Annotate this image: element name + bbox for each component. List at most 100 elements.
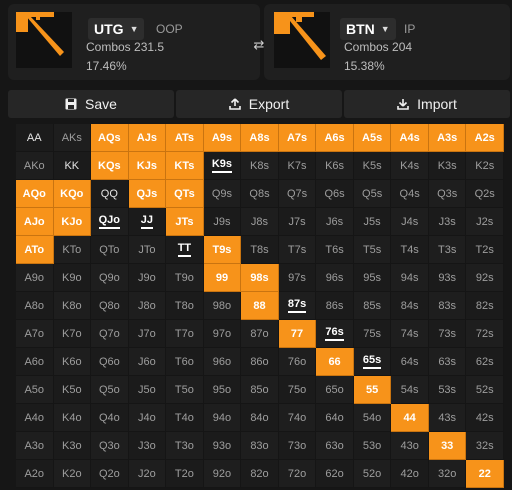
hand-cell-t5o[interactable]: T5o	[166, 376, 204, 404]
hand-cell-a9s[interactable]: A9s	[203, 124, 242, 152]
hand-cell-j6o[interactable]: J6o	[128, 348, 167, 376]
hand-cell-75s[interactable]: 75s	[353, 320, 392, 348]
hand-cell-83s[interactable]: 83s	[428, 292, 467, 320]
hand-cell-qq[interactable]: QQ	[91, 180, 129, 208]
hand-cell-97o[interactable]: 97o	[203, 320, 242, 348]
hand-cell-q5s[interactable]: Q5s	[353, 180, 392, 208]
hand-cell-a9o[interactable]: A9o	[16, 264, 54, 292]
hand-cell-kqo[interactable]: KQo	[53, 180, 92, 208]
hand-cell-63o[interactable]: 63o	[316, 432, 354, 460]
hand-cell-q3s[interactable]: Q3s	[428, 180, 467, 208]
hand-cell-93s[interactable]: 93s	[428, 264, 467, 292]
hand-cell-98s[interactable]: 98s	[241, 264, 279, 292]
hand-cell-q2o[interactable]: Q2o	[91, 460, 129, 488]
hand-cell-aqo[interactable]: AQo	[16, 180, 54, 208]
hand-cell-a5s[interactable]: A5s	[353, 124, 392, 152]
hand-cell-75o[interactable]: 75o	[278, 376, 317, 404]
hand-cell-j4o[interactable]: J4o	[128, 404, 167, 432]
hand-cell-jj[interactable]: JJ	[128, 208, 167, 236]
hand-cell-42o[interactable]: 42o	[391, 460, 429, 488]
hand-cell-q9s[interactable]: Q9s	[203, 180, 242, 208]
hand-cell-a5o[interactable]: A5o	[16, 376, 54, 404]
hand-cell-86s[interactable]: 86s	[316, 292, 354, 320]
hand-cell-k6o[interactable]: K6o	[53, 348, 92, 376]
hand-cell-t6o[interactable]: T6o	[166, 348, 204, 376]
hand-cell-a3o[interactable]: A3o	[16, 432, 54, 460]
hand-cell-76o[interactable]: 76o	[278, 348, 317, 376]
hand-cell-k9s[interactable]: K9s	[203, 152, 242, 180]
hand-cell-33[interactable]: 33	[428, 432, 467, 460]
hand-cell-74o[interactable]: 74o	[278, 404, 317, 432]
hand-cell-j2s[interactable]: J2s	[466, 208, 504, 236]
hand-cell-t8o[interactable]: T8o	[166, 292, 204, 320]
hand-cell-j9o[interactable]: J9o	[128, 264, 167, 292]
export-button[interactable]: Export	[176, 90, 342, 118]
hand-cell-54s[interactable]: 54s	[391, 376, 429, 404]
utg-position-select[interactable]: UTG ▼	[88, 18, 145, 40]
hand-cell-a2s[interactable]: A2s	[466, 124, 504, 152]
hand-cell-j3o[interactable]: J3o	[128, 432, 167, 460]
hand-cell-j3s[interactable]: J3s	[428, 208, 467, 236]
hand-cell-q6o[interactable]: Q6o	[91, 348, 129, 376]
hand-cell-q9o[interactable]: Q9o	[91, 264, 129, 292]
hand-cell-q4o[interactable]: Q4o	[91, 404, 129, 432]
utg-range-thumbnail[interactable]	[16, 12, 72, 68]
hand-cell-jts[interactable]: JTs	[166, 208, 204, 236]
hand-cell-83o[interactable]: 83o	[241, 432, 279, 460]
hand-cell-82s[interactable]: 82s	[466, 292, 504, 320]
hand-cell-97s[interactable]: 97s	[278, 264, 317, 292]
hand-cell-66[interactable]: 66	[316, 348, 354, 376]
hand-cell-k3o[interactable]: K3o	[53, 432, 92, 460]
hand-cell-a8s[interactable]: A8s	[241, 124, 279, 152]
hand-cell-64o[interactable]: 64o	[316, 404, 354, 432]
hand-cell-k8s[interactable]: K8s	[241, 152, 279, 180]
hand-cell-jto[interactable]: JTo	[128, 236, 167, 264]
hand-cell-a7o[interactable]: A7o	[16, 320, 54, 348]
hand-cell-j7s[interactable]: J7s	[278, 208, 317, 236]
hand-cell-94o[interactable]: 94o	[203, 404, 242, 432]
hand-cell-74s[interactable]: 74s	[391, 320, 429, 348]
hand-cell-54o[interactable]: 54o	[353, 404, 392, 432]
hand-cell-qjs[interactable]: QJs	[128, 180, 167, 208]
hand-cell-a2o[interactable]: A2o	[16, 460, 54, 488]
hand-cell-q5o[interactable]: Q5o	[91, 376, 129, 404]
hand-cell-a6s[interactable]: A6s	[316, 124, 354, 152]
hand-cell-q8s[interactable]: Q8s	[241, 180, 279, 208]
hand-cell-96s[interactable]: 96s	[316, 264, 354, 292]
hand-cell-72s[interactable]: 72s	[466, 320, 504, 348]
hand-cell-53s[interactable]: 53s	[428, 376, 467, 404]
hand-cell-k2o[interactable]: K2o	[53, 460, 92, 488]
hand-cell-t4s[interactable]: T4s	[391, 236, 429, 264]
hand-cell-qjo[interactable]: QJo	[91, 208, 129, 236]
hand-cell-k7o[interactable]: K7o	[53, 320, 92, 348]
hand-cell-q8o[interactable]: Q8o	[91, 292, 129, 320]
hand-cell-87s[interactable]: 87s	[278, 292, 317, 320]
hand-cell-a6o[interactable]: A6o	[16, 348, 54, 376]
hand-cell-52o[interactable]: 52o	[353, 460, 392, 488]
hand-cell-aks[interactable]: AKs	[53, 124, 92, 152]
hand-cell-j6s[interactable]: J6s	[316, 208, 354, 236]
hand-cell-t7s[interactable]: T7s	[278, 236, 317, 264]
save-button[interactable]: Save	[8, 90, 174, 118]
hand-cell-ajo[interactable]: AJo	[16, 208, 54, 236]
hand-cell-32o[interactable]: 32o	[428, 460, 467, 488]
hand-cell-62o[interactable]: 62o	[316, 460, 354, 488]
hand-cell-84s[interactable]: 84s	[391, 292, 429, 320]
hand-cell-ats[interactable]: ATs	[166, 124, 204, 152]
hand-cell-k9o[interactable]: K9o	[53, 264, 92, 292]
hand-cell-q3o[interactable]: Q3o	[91, 432, 129, 460]
hand-cell-84o[interactable]: 84o	[241, 404, 279, 432]
hand-cell-t2o[interactable]: T2o	[166, 460, 204, 488]
hand-cell-q2s[interactable]: Q2s	[466, 180, 504, 208]
hand-cell-a4o[interactable]: A4o	[16, 404, 54, 432]
hand-cell-32s[interactable]: 32s	[466, 432, 504, 460]
hand-cell-kk[interactable]: KK	[53, 152, 92, 180]
hand-cell-95o[interactable]: 95o	[203, 376, 242, 404]
hand-cell-95s[interactable]: 95s	[353, 264, 392, 292]
hand-cell-k5s[interactable]: K5s	[353, 152, 392, 180]
hand-cell-k6s[interactable]: K6s	[316, 152, 354, 180]
hand-cell-kts[interactable]: KTs	[166, 152, 204, 180]
hand-cell-aqs[interactable]: AQs	[91, 124, 129, 152]
hand-cell-t3s[interactable]: T3s	[428, 236, 467, 264]
hand-cell-65s[interactable]: 65s	[353, 348, 392, 376]
